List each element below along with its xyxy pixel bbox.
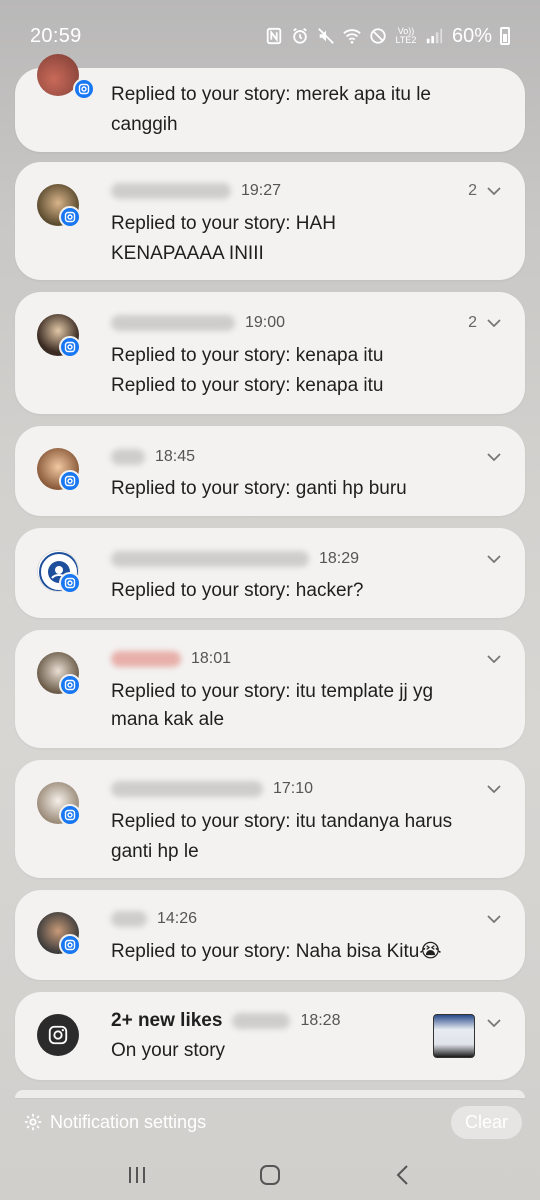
sender-name-blurred	[111, 183, 231, 199]
instagram-badge-icon	[59, 470, 81, 492]
navigation-bar	[0, 1150, 540, 1200]
gear-icon	[24, 1113, 42, 1131]
back-button[interactable]	[388, 1160, 418, 1190]
notification-count: 2	[468, 182, 477, 199]
notification-time: 19:27	[241, 182, 282, 199]
notification-time: 18:29	[319, 550, 360, 567]
notification-text: Replied to your story: HAH	[111, 213, 336, 234]
notification-text: Replied to your story: Naha bisa Kitu😭	[111, 941, 442, 962]
instagram-badge-icon	[59, 934, 81, 956]
notification-time: 19:00	[245, 314, 286, 331]
notification-list: Replied to your story: merek apa itu le …	[0, 0, 540, 1200]
notification-text: KENAPAAAA INIII	[111, 243, 264, 264]
sender-name-blurred	[232, 1013, 291, 1029]
notification-text: Replied to your story: kenapa itu	[111, 345, 384, 366]
notification-header: 18:29	[111, 550, 359, 568]
instagram-badge-icon	[59, 206, 81, 228]
notification-card[interactable]: 17:10 Replied to your story: itu tandany…	[15, 760, 525, 878]
notification-settings-link[interactable]: Notification settings	[24, 1112, 206, 1133]
notification-text: Replied to your story: merek apa itu le	[111, 84, 431, 105]
sender-name-blurred	[111, 911, 147, 927]
notification-text: ganti hp le	[111, 841, 199, 862]
notification-time: 18:01	[191, 650, 232, 667]
notification-header: 14:26	[111, 910, 197, 928]
chevron-down-icon[interactable]	[485, 1014, 503, 1032]
notification-card-peek	[15, 1090, 525, 1098]
instagram-badge-icon	[73, 78, 95, 100]
chevron-down-icon[interactable]	[485, 780, 503, 798]
notification-card[interactable]: 14:26 Replied to your story: Naha bisa K…	[15, 890, 525, 980]
sender-name-blurred	[111, 315, 235, 331]
notification-text: On your story	[111, 1040, 226, 1061]
recent-apps-button[interactable]	[122, 1160, 152, 1190]
notification-header: 19:27	[111, 182, 281, 200]
notification-text: Replied to your story: ganti hp buru	[111, 478, 407, 499]
sender-name-blurred	[111, 551, 309, 567]
notification-count: 2	[468, 314, 477, 331]
notification-text: Replied to your story: itu template jj y…	[111, 681, 434, 702]
notification-card[interactable]: 18:01 Replied to your story: itu templat…	[15, 630, 525, 748]
notification-time: 17:10	[273, 780, 314, 797]
notification-header: 18:45	[111, 448, 195, 466]
notification-card-likes[interactable]: 2+ new likes 18:28 On your story	[15, 992, 525, 1080]
notification-header: 18:01	[111, 650, 231, 668]
notification-text: Replied to your story: itu tandanya haru…	[111, 811, 453, 832]
clear-button[interactable]: Clear	[450, 1105, 522, 1139]
notification-header: 2+ new likes 18:28	[111, 1010, 340, 1032]
story-thumbnail	[433, 1014, 475, 1058]
instagram-badge-icon	[59, 336, 81, 358]
notification-card[interactable]: 18:29 Replied to your story: hacker?	[15, 528, 525, 618]
notification-footer: Notification settings Clear	[0, 1100, 540, 1144]
notification-time: 14:26	[157, 910, 198, 927]
notification-text: mana kak ale	[111, 709, 225, 730]
sender-name-blurred	[111, 651, 181, 667]
notification-title: 2+ new likes	[111, 1010, 223, 1031]
notification-time: 18:28	[300, 1012, 341, 1029]
notification-header: 19:00	[111, 314, 285, 332]
chevron-down-icon[interactable]	[485, 182, 503, 200]
instagram-badge-icon	[59, 804, 81, 826]
instagram-app-icon	[37, 1014, 79, 1056]
notification-card[interactable]: 18:45 Replied to your story: ganti hp bu…	[15, 426, 525, 516]
home-button[interactable]	[255, 1160, 285, 1190]
notification-text: Replied to your story: hacker?	[111, 580, 364, 601]
chevron-down-icon[interactable]	[485, 910, 503, 928]
notification-header: 17:10	[111, 780, 313, 798]
notification-card[interactable]: Replied to your story: merek apa itu le …	[15, 54, 525, 152]
instagram-badge-icon	[59, 572, 81, 594]
sender-name-blurred	[111, 449, 145, 465]
notification-text: Replied to your story: kenapa itu	[111, 375, 384, 396]
notification-settings-label: Notification settings	[50, 1111, 207, 1132]
chevron-down-icon[interactable]	[485, 650, 503, 668]
notification-card[interactable]: 19:00 2 Replied to your story: kenapa it…	[15, 292, 525, 414]
chevron-down-icon[interactable]	[485, 314, 503, 332]
notification-text: canggih	[111, 114, 178, 135]
sender-name-blurred	[111, 781, 263, 797]
notification-card[interactable]: 19:27 2 Replied to your story: HAH KENAP…	[15, 162, 525, 280]
instagram-badge-icon	[59, 674, 81, 696]
chevron-down-icon[interactable]	[485, 448, 503, 466]
chevron-down-icon[interactable]	[485, 550, 503, 568]
notification-time: 18:45	[155, 448, 196, 465]
